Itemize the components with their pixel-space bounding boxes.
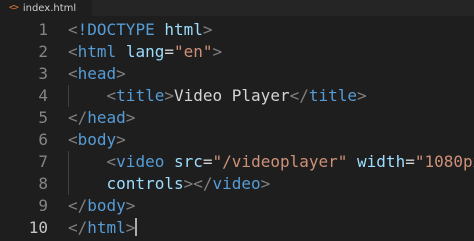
code-token: title xyxy=(116,86,165,105)
code-token: < xyxy=(106,152,117,171)
code-token: html xyxy=(87,218,126,237)
code-line[interactable]: 5 </head> xyxy=(0,107,474,129)
code-token: src xyxy=(173,152,203,171)
code-token: body xyxy=(77,130,117,149)
code-line[interactable]: 10 </html> xyxy=(0,217,474,239)
line-number: 9 xyxy=(38,196,48,215)
code-token: > xyxy=(202,20,213,39)
code-token: > xyxy=(125,218,136,237)
code-token: > xyxy=(125,108,136,127)
code-token: < xyxy=(68,64,78,83)
code-token: head xyxy=(77,64,117,83)
code-line[interactable]: 8 controls></video> xyxy=(0,173,474,195)
code-token: > xyxy=(212,42,223,61)
code-token: < xyxy=(106,86,117,105)
code-token: !DOCTYPE xyxy=(77,20,155,39)
code-token: > xyxy=(357,86,367,105)
code-token: = xyxy=(164,42,174,61)
code-token: </ xyxy=(68,108,88,127)
code-token: </ xyxy=(68,196,88,215)
code-token: width xyxy=(357,152,406,171)
code-token: < xyxy=(68,130,78,149)
code-text: </body> xyxy=(68,195,135,217)
indent-guide xyxy=(68,151,69,195)
html-file-icon: <> xyxy=(9,3,19,13)
code-token: > xyxy=(125,196,136,215)
code-line[interactable]: 9 </body> xyxy=(0,195,474,217)
code-line[interactable]: 1 <!DOCTYPE html> xyxy=(0,19,474,41)
code-token: title xyxy=(308,86,358,105)
code-token: "en" xyxy=(173,42,213,61)
code-line[interactable]: 3 <head> xyxy=(0,63,474,85)
code-token: html xyxy=(77,42,117,61)
code-token: video xyxy=(212,174,261,193)
code-token: html xyxy=(164,20,203,39)
code-token: body xyxy=(87,196,126,215)
indent-guide xyxy=(68,85,69,107)
code-line[interactable]: 4 <title>Video Player</title> xyxy=(0,85,474,107)
code-token: = xyxy=(405,152,415,171)
tab-index-html[interactable]: <> index.html xyxy=(0,0,92,16)
line-number: 8 xyxy=(38,174,48,193)
code-token: "/videoplayer" xyxy=(212,152,348,171)
code-token: "1080px" xyxy=(414,152,474,171)
code-token: lang xyxy=(125,42,165,61)
code-token: controls xyxy=(106,174,184,193)
code-text: <body> xyxy=(68,129,126,151)
code-token: > xyxy=(260,174,271,193)
line-number: 6 xyxy=(38,130,48,149)
code-token: </ xyxy=(289,86,309,105)
line-number: 7 xyxy=(38,152,48,171)
tab-filename: index.html xyxy=(22,2,77,14)
line-number: 10 xyxy=(28,218,48,237)
code-text: controls></video> xyxy=(68,173,271,195)
code-token: </ xyxy=(68,218,88,237)
line-number: 4 xyxy=(38,86,48,105)
code-text: <html lang="en"> xyxy=(68,41,222,63)
code-text: <video src="/videoplayer" width="1080px" xyxy=(68,151,474,173)
code-token: > xyxy=(164,86,174,105)
code-text: <head> xyxy=(68,63,126,85)
code-text: <!DOCTYPE html> xyxy=(68,19,213,41)
line-number: 3 xyxy=(38,64,48,83)
text-cursor xyxy=(135,218,138,236)
code-editor[interactable]: 1 <!DOCTYPE html> 2 <html lang="en"> 3 <head>… xyxy=(0,16,474,241)
code-token: Video Player xyxy=(173,86,290,105)
code-token: < xyxy=(68,20,78,39)
code-token: > xyxy=(116,130,126,149)
code-text: </head> xyxy=(68,107,135,129)
line-number: 2 xyxy=(38,42,48,61)
code-token: = xyxy=(202,152,213,171)
code-line[interactable]: 6 <body> xyxy=(0,129,474,151)
code-line[interactable]: 7 <video src="/videoplayer" width="1080p… xyxy=(0,151,474,173)
code-text: <title>Video Player</title> xyxy=(68,85,367,107)
code-token: head xyxy=(87,108,126,127)
code-token: < xyxy=(68,42,78,61)
code-token: > xyxy=(116,64,126,83)
tab-bar: <> index.html xyxy=(0,0,474,16)
code-token: video xyxy=(116,152,165,171)
code-line[interactable]: 2 <html lang="en"> xyxy=(0,41,474,63)
line-number: 1 xyxy=(38,20,48,39)
code-text: </html> xyxy=(68,217,138,239)
line-number: 5 xyxy=(38,108,48,127)
code-token: ></ xyxy=(183,174,213,193)
